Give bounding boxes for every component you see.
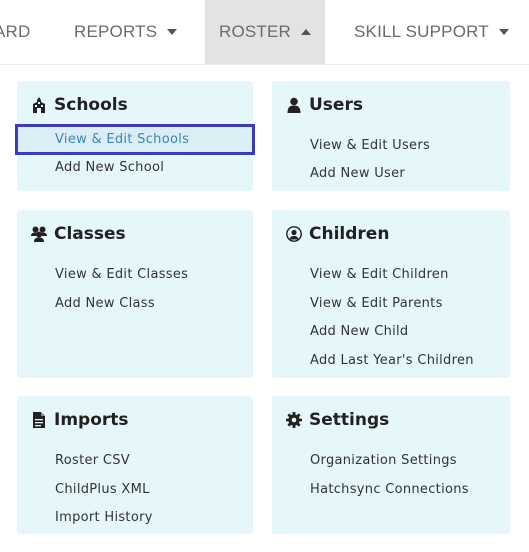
- imports-title: Imports: [54, 410, 129, 430]
- roster-dropdown-menu: Schools View & Edit Schools Add New Scho…: [0, 64, 529, 552]
- organization-settings-link[interactable]: Organization Settings: [310, 453, 457, 468]
- users-heading: Users: [286, 95, 363, 115]
- add-new-user-link[interactable]: Add New User: [310, 166, 405, 181]
- settings-card: Settings Organization Settings Hatchsync…: [272, 396, 510, 534]
- classes-title: Classes: [54, 224, 126, 244]
- add-new-class-link[interactable]: Add New Class: [55, 296, 155, 311]
- schools-title: Schools: [54, 95, 128, 115]
- roster-csv-link[interactable]: Roster CSV: [55, 453, 130, 468]
- child-icon: [286, 226, 302, 242]
- settings-heading: Settings: [286, 410, 389, 430]
- users-title: Users: [309, 95, 363, 115]
- add-new-child-link[interactable]: Add New Child: [310, 324, 408, 339]
- chevron-down-icon: [498, 29, 509, 35]
- chevron-down-icon: [167, 29, 178, 35]
- add-new-school-link[interactable]: Add New School: [55, 160, 164, 175]
- nav-reports-label: REPORTS: [74, 22, 158, 41]
- nav-skill-support[interactable]: SKILL SUPPORT: [354, 0, 509, 64]
- classes-heading: Classes: [31, 224, 126, 244]
- nav-dashboard[interactable]: ARD: [0, 0, 34, 64]
- users-card: Users View & Edit Users Add New User: [272, 81, 510, 191]
- view-edit-users-link[interactable]: View & Edit Users: [310, 138, 430, 153]
- settings-title: Settings: [309, 410, 390, 430]
- add-last-years-children-link[interactable]: Add Last Year's Children: [310, 353, 474, 368]
- nav-roster[interactable]: ROSTER: [205, 0, 325, 64]
- nav-dashboard-label: ARD: [0, 22, 31, 41]
- children-card: Children View & Edit Children View & Edi…: [272, 210, 510, 378]
- chevron-up-icon: [301, 29, 312, 35]
- nav-reports[interactable]: REPORTS: [74, 0, 178, 64]
- view-edit-parents-link[interactable]: View & Edit Parents: [310, 296, 443, 311]
- children-heading: Children: [286, 224, 389, 244]
- nav-roster-label: ROSTER: [218, 22, 292, 41]
- imports-card: Imports Roster CSV ChildPlus XML Import …: [17, 396, 253, 534]
- import-history-link[interactable]: Import History: [55, 510, 153, 525]
- gear-icon: [286, 412, 302, 428]
- group-icon: [31, 226, 47, 242]
- schools-heading: Schools: [31, 95, 128, 115]
- nav-skill-support-label: SKILL SUPPORT: [354, 22, 489, 41]
- imports-heading: Imports: [31, 410, 129, 430]
- document-icon: [33, 412, 45, 428]
- view-edit-classes-link[interactable]: View & Edit Classes: [55, 267, 188, 282]
- top-navigation: ARD REPORTS ROSTER SKILL SUPPORT: [0, 0, 529, 64]
- user-icon: [287, 97, 301, 113]
- view-edit-schools-link[interactable]: View & Edit Schools: [55, 132, 189, 147]
- view-edit-children-link[interactable]: View & Edit Children: [310, 267, 449, 282]
- childplus-xml-link[interactable]: ChildPlus XML: [55, 482, 150, 497]
- children-title: Children: [309, 224, 390, 244]
- classes-card: Classes View & Edit Classes Add New Clas…: [17, 210, 253, 378]
- hatchsync-connections-link[interactable]: Hatchsync Connections: [310, 482, 469, 497]
- school-icon: [33, 97, 45, 113]
